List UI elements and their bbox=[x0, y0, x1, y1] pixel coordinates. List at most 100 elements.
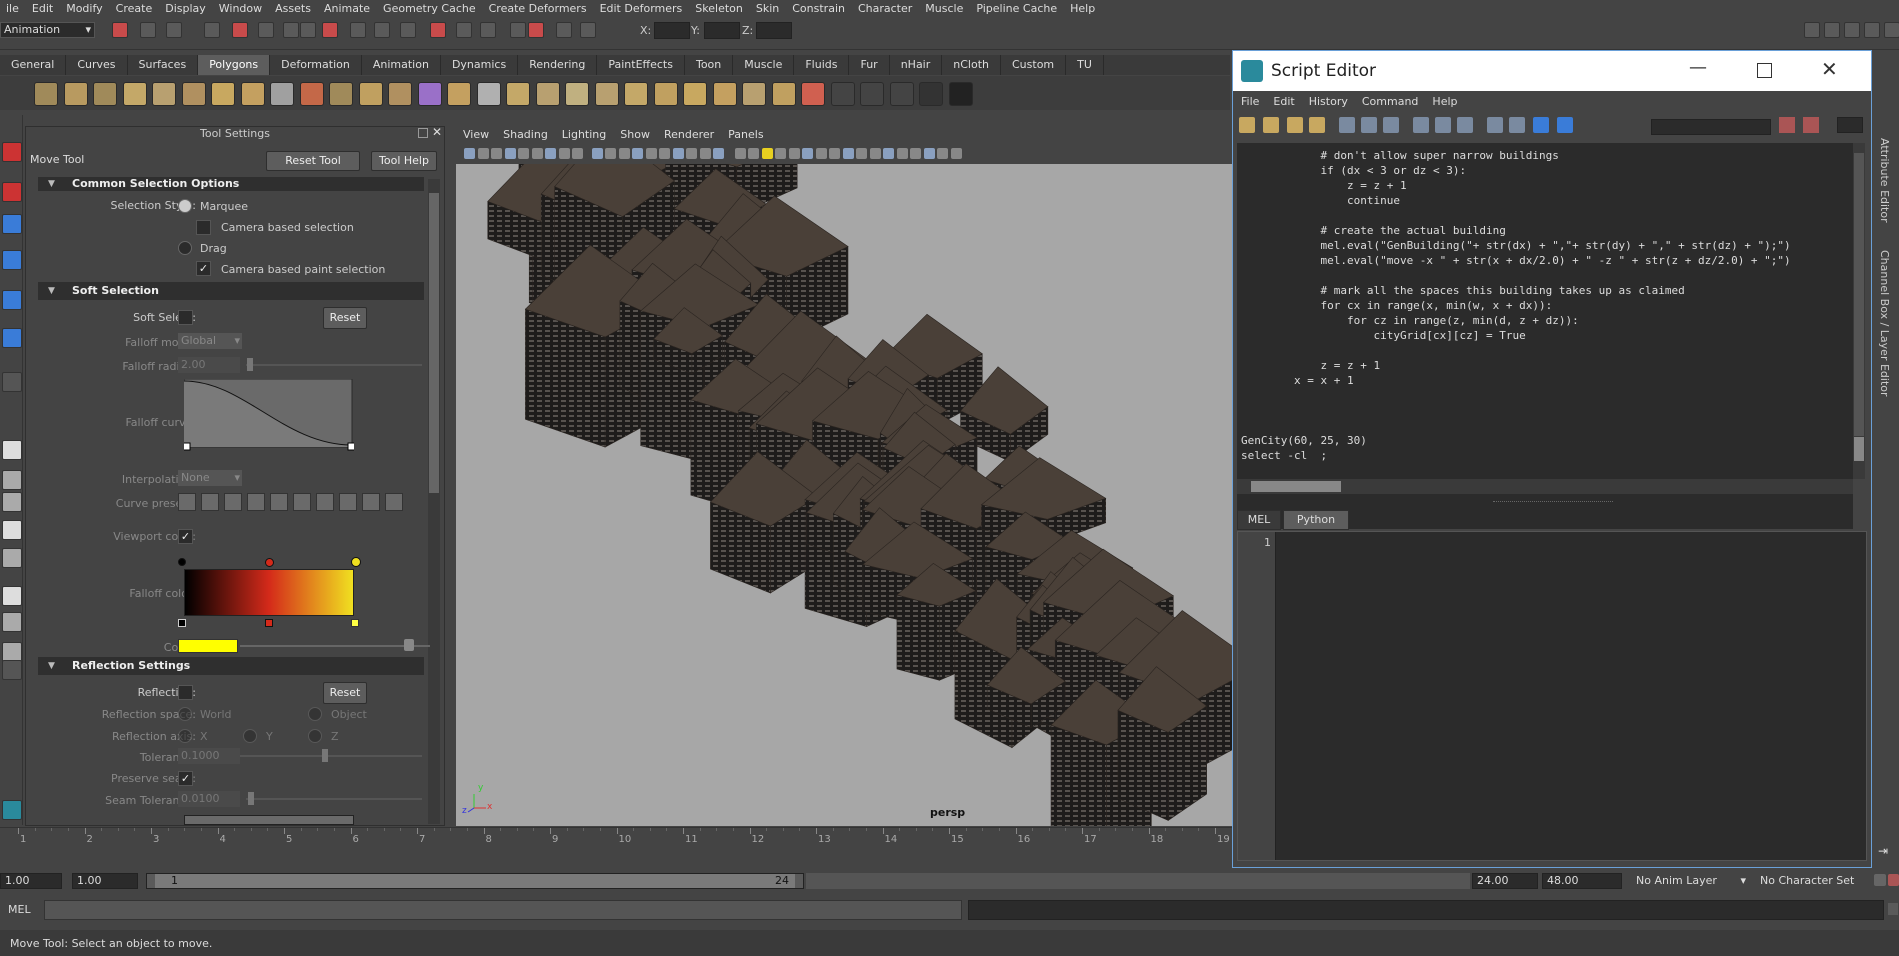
range-slider-handle[interactable] bbox=[155, 874, 795, 888]
shelf-tool-icon[interactable] bbox=[565, 82, 589, 106]
z-field[interactable] bbox=[756, 22, 792, 39]
se-tool-icon[interactable] bbox=[1435, 117, 1451, 133]
color-slider[interactable] bbox=[240, 645, 430, 647]
viewport-tool-icon[interactable] bbox=[591, 148, 603, 159]
history-hscrollbar[interactable] bbox=[1237, 479, 1853, 494]
layout-icon[interactable] bbox=[1864, 22, 1880, 38]
toolbox-tool-icon[interactable] bbox=[2, 372, 22, 392]
viewport-tool-icon[interactable] bbox=[518, 148, 529, 159]
toolbox-tool-icon[interactable] bbox=[2, 290, 22, 310]
layout-icon[interactable] bbox=[1804, 22, 1820, 38]
status-tool-icon[interactable] bbox=[556, 22, 572, 38]
se-tool-icon[interactable] bbox=[1361, 117, 1377, 133]
close-icon[interactable]: ✕ bbox=[1821, 57, 1838, 81]
viewport-tool-icon[interactable] bbox=[842, 148, 854, 159]
se-tool-icon[interactable] bbox=[1457, 117, 1473, 133]
expand-arrow-icon[interactable]: ⇥ bbox=[1878, 844, 1888, 858]
axis-y-radio[interactable] bbox=[243, 729, 257, 743]
status-tool-icon[interactable] bbox=[166, 22, 182, 38]
shelf-tab-nhair[interactable]: nHair bbox=[890, 55, 943, 75]
viewport-tool-icon[interactable] bbox=[659, 148, 670, 159]
soft-select-checkbox[interactable] bbox=[178, 310, 193, 325]
viewport-tool-icon[interactable] bbox=[923, 148, 935, 159]
falloff-mode-dropdown[interactable]: Global ▾ bbox=[178, 333, 242, 349]
slider-handle[interactable] bbox=[404, 639, 414, 651]
se-menu-history[interactable]: History bbox=[1301, 95, 1354, 108]
viewport-tool-icon[interactable] bbox=[910, 148, 921, 159]
se-clear-icon[interactable] bbox=[1779, 117, 1795, 133]
viewport-tool-icon[interactable] bbox=[477, 148, 489, 159]
marquee-radio[interactable] bbox=[178, 199, 192, 213]
prefs-icon[interactable] bbox=[1888, 874, 1899, 886]
shelf-tool-icon[interactable] bbox=[535, 82, 560, 106]
shelf-tool-icon[interactable] bbox=[152, 82, 176, 106]
shelf-tool-icon[interactable] bbox=[801, 82, 825, 106]
status-tool-icon[interactable] bbox=[480, 22, 496, 38]
viewport-tool-icon[interactable] bbox=[950, 148, 962, 159]
axis-z-radio[interactable] bbox=[308, 729, 322, 743]
shelf-tool-icon[interactable] bbox=[329, 82, 353, 106]
shelf-tool-icon[interactable] bbox=[476, 82, 501, 106]
curve-preset-icon[interactable] bbox=[339, 493, 357, 511]
tool-help-button[interactable]: Tool Help bbox=[371, 151, 437, 171]
viewport-color-checkbox[interactable]: ✓ bbox=[178, 529, 193, 544]
menu-edit-deformers[interactable]: Edit Deformers bbox=[594, 2, 690, 15]
se-tool-icon[interactable] bbox=[1339, 117, 1355, 133]
tab-mel[interactable]: MEL bbox=[1237, 510, 1281, 530]
reflection-checkbox[interactable] bbox=[178, 685, 193, 700]
shelf-tab-general[interactable]: General bbox=[0, 55, 67, 75]
falloff-color-ramp[interactable] bbox=[184, 569, 354, 616]
status-tool-icon[interactable] bbox=[456, 22, 472, 38]
toolbox-tool-icon[interactable] bbox=[2, 800, 22, 820]
menu-character[interactable]: Character bbox=[852, 2, 919, 15]
status-tool-icon[interactable] bbox=[430, 22, 446, 38]
curve-preset-icon[interactable] bbox=[224, 493, 242, 511]
viewport-menu-lighting[interactable]: Lighting bbox=[555, 126, 613, 144]
toolbox-tool-icon[interactable] bbox=[2, 612, 22, 632]
shelf-tool-icon[interactable] bbox=[447, 82, 471, 106]
curve-preset-icon[interactable] bbox=[293, 493, 311, 511]
slider-handle[interactable] bbox=[322, 749, 328, 762]
viewport-tool-icon[interactable] bbox=[491, 148, 502, 159]
shelf-tab-muscle[interactable]: Muscle bbox=[733, 55, 795, 75]
falloff-radius-field[interactable]: 2.00 bbox=[178, 357, 240, 373]
color-key-red[interactable] bbox=[265, 558, 274, 567]
menu-window[interactable]: Window bbox=[213, 2, 269, 15]
toolbox-tool-icon[interactable] bbox=[2, 440, 22, 460]
viewport-tool-icon[interactable] bbox=[618, 148, 630, 159]
toolbox-tool-icon[interactable] bbox=[2, 492, 22, 512]
menu-geometry-cache[interactable]: Geometry Cache bbox=[377, 2, 483, 15]
se-tool-icon[interactable] bbox=[1533, 117, 1549, 133]
toolbox-tool-icon[interactable] bbox=[2, 548, 22, 568]
falloff-radius-slider[interactable] bbox=[246, 364, 422, 366]
viewport-tool-icon[interactable] bbox=[672, 148, 684, 159]
menu-modify[interactable]: Modify bbox=[60, 2, 109, 15]
viewport-tool-icon[interactable] bbox=[464, 148, 475, 159]
viewport-tool-icon[interactable] bbox=[572, 148, 583, 159]
seam-tolerance-slider[interactable] bbox=[246, 798, 422, 800]
status-tool-icon[interactable] bbox=[510, 22, 526, 38]
viewport-tool-icon[interactable] bbox=[761, 148, 773, 159]
viewport-tool-icon[interactable] bbox=[558, 148, 570, 159]
menu-set-dropdown[interactable]: Animation ▾ bbox=[0, 22, 95, 38]
layout-icon[interactable] bbox=[1844, 22, 1860, 38]
toolbox-tool-icon[interactable] bbox=[2, 660, 22, 680]
reflection-reset-button[interactable]: Reset bbox=[323, 682, 367, 704]
toolbox-tool-icon[interactable] bbox=[2, 586, 22, 606]
status-tool-icon[interactable] bbox=[580, 22, 596, 38]
soft-reset-button[interactable]: Reset bbox=[323, 307, 367, 329]
viewport-tool-icon[interactable] bbox=[937, 148, 948, 159]
viewport-menu-renderer[interactable]: Renderer bbox=[657, 126, 721, 144]
color-stop-black[interactable] bbox=[178, 619, 186, 627]
viewport-tool-icon[interactable] bbox=[504, 148, 516, 159]
layout-icon[interactable] bbox=[1884, 22, 1899, 38]
slider-handle[interactable] bbox=[247, 358, 253, 371]
viewport-tool-icon[interactable] bbox=[645, 148, 657, 159]
viewport-tool-icon[interactable] bbox=[815, 148, 827, 159]
color-swatch[interactable] bbox=[178, 639, 238, 653]
viewport-tool-icon[interactable] bbox=[802, 148, 813, 159]
shelf-tool-icon[interactable] bbox=[624, 82, 648, 106]
float-icon[interactable] bbox=[418, 128, 428, 138]
close-icon[interactable]: ✕ bbox=[432, 125, 442, 139]
drag-radio[interactable] bbox=[178, 241, 192, 255]
